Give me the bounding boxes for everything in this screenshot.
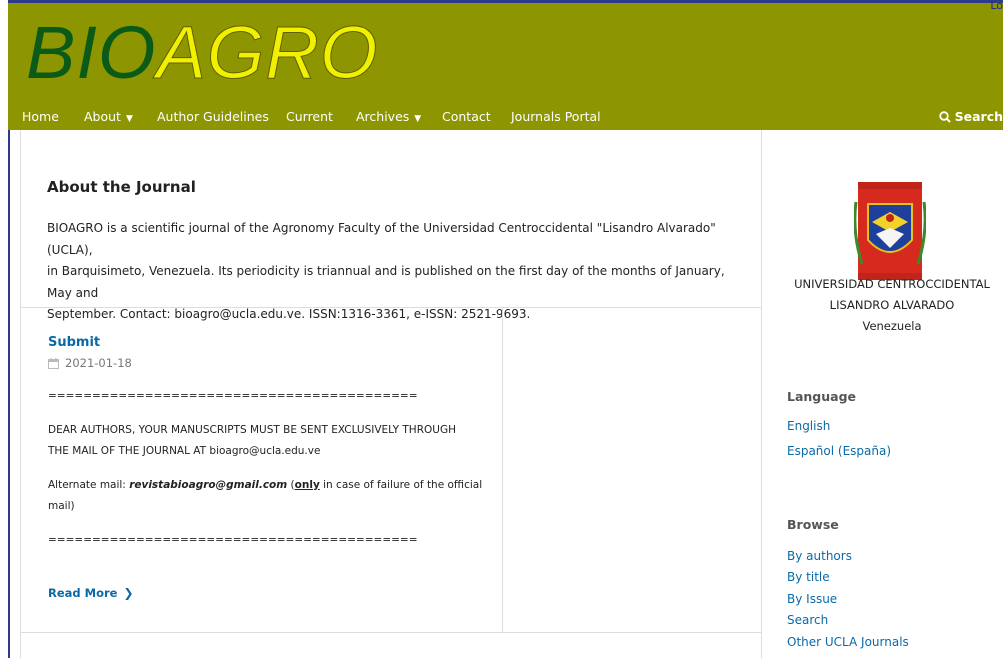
nav-archives[interactable]: Archives ▼ [356,109,421,124]
nav-current-label: Current [286,109,333,124]
announcement-date: 2021-01-18 [48,356,132,370]
browse-block-title: Browse [787,517,839,532]
nav-journals-portal[interactable]: Journals Portal [511,109,601,124]
announcement-right-cell [503,308,761,633]
nav-archives-label: Archives [356,109,410,124]
separator-line-2: ========================================… [48,534,418,546]
university-crest-logo [854,182,926,280]
caret-down-icon: ▼ [414,114,422,124]
main-nav: Home About ▼ Author Guidelines Current Ar… [8,106,1003,130]
nav-about-label: About [84,109,121,124]
language-spanish-link[interactable]: Español (España) [787,444,891,458]
nav-about[interactable]: About ▼ [84,109,133,124]
main-content: About the Journal BIOAGRO is a scientifi… [20,130,762,658]
nav-contact[interactable]: Contact [442,109,491,124]
sidebar: UNIVERSIDAD CENTROCCIDENTAL LISANDRO ALV… [762,130,1003,658]
alt-prefix: Alternate mail: [48,479,130,491]
alt-email: revistabioagro@gmail.com [129,479,288,491]
login-link[interactable]: Lo [990,0,1003,12]
search-label: Search [954,109,1003,124]
nav-contact-label: Contact [442,109,491,124]
alt-rest: in case of failure of the official [319,479,483,491]
browse-by-authors-link[interactable]: By authors [787,549,852,563]
about-title: About the Journal [47,178,196,196]
search-button[interactable]: Search [938,109,1003,124]
alt-line-2: mail) [48,500,75,512]
notice-line-2: THE MAIL OF THE JOURNAL AT bioagro@ucla.… [48,445,321,457]
university-country: Venezuela [862,319,922,333]
alt-only: only [294,479,320,491]
nav-author-guidelines-label: Author Guidelines [157,109,269,124]
university-name: UNIVERSIDAD CENTROCCIDENTAL LISANDRO ALV… [782,274,1002,337]
site-header: Lo BIOAGRO Home About ▼ Author Guidelines… [8,0,1003,130]
calendar-icon [48,358,59,369]
browse-by-issue-link[interactable]: By Issue [787,592,837,606]
alternate-mail-text: Alternate mail: revistabioagro@gmail.com… [48,475,488,517]
announcement-title-link[interactable]: Submit [48,335,100,350]
language-english-link[interactable]: English [787,419,830,433]
university-name-line-1: UNIVERSIDAD CENTROCCIDENTAL [794,277,990,291]
nav-home-label: Home [22,109,59,124]
site-logo[interactable]: BIOAGRO [26,11,379,95]
logo-agro-text: AGRO [156,11,379,95]
about-section: About the Journal BIOAGRO is a scientifi… [21,130,761,321]
browse-by-title-link[interactable]: By title [787,570,830,584]
alt-paren: ( [287,479,295,491]
separator-line: ========================================… [48,390,418,402]
browse-search-link[interactable]: Search [787,613,828,627]
university-name-line-2: LISANDRO ALVARADO [829,298,955,312]
about-line-1: BIOAGRO is a scientific journal of the A… [47,221,716,257]
read-more-label: Read More [48,586,118,600]
read-more-link[interactable]: Read More ❯ [48,586,134,600]
announcement: Submit 2021-01-18 ======================… [21,308,503,633]
language-block-title: Language [787,389,857,404]
nav-journals-portal-label: Journals Portal [511,109,601,124]
notice-text: DEAR AUTHORS, YOUR MANUSCRIPTS MUST BE S… [48,420,488,462]
announcement-date-value: 2021-01-18 [65,356,132,370]
nav-current[interactable]: Current [286,109,333,124]
logo-bio-text: BIO [26,11,157,94]
chevron-right-icon: ❯ [123,586,134,600]
notice-line-1: DEAR AUTHORS, YOUR MANUSCRIPTS MUST BE S… [48,424,456,436]
about-line-2: in Barquisimeto, Venezuela. Its periodic… [47,264,725,300]
nav-author-guidelines[interactable]: Author Guidelines [157,109,269,124]
announcement-body: ========================================… [48,386,488,564]
search-icon [938,111,951,123]
nav-home[interactable]: Home [22,109,59,124]
browse-other-journals-link[interactable]: Other UCLA Journals [787,635,909,649]
caret-down-icon: ▼ [125,114,133,124]
page-frame-left [8,130,10,658]
